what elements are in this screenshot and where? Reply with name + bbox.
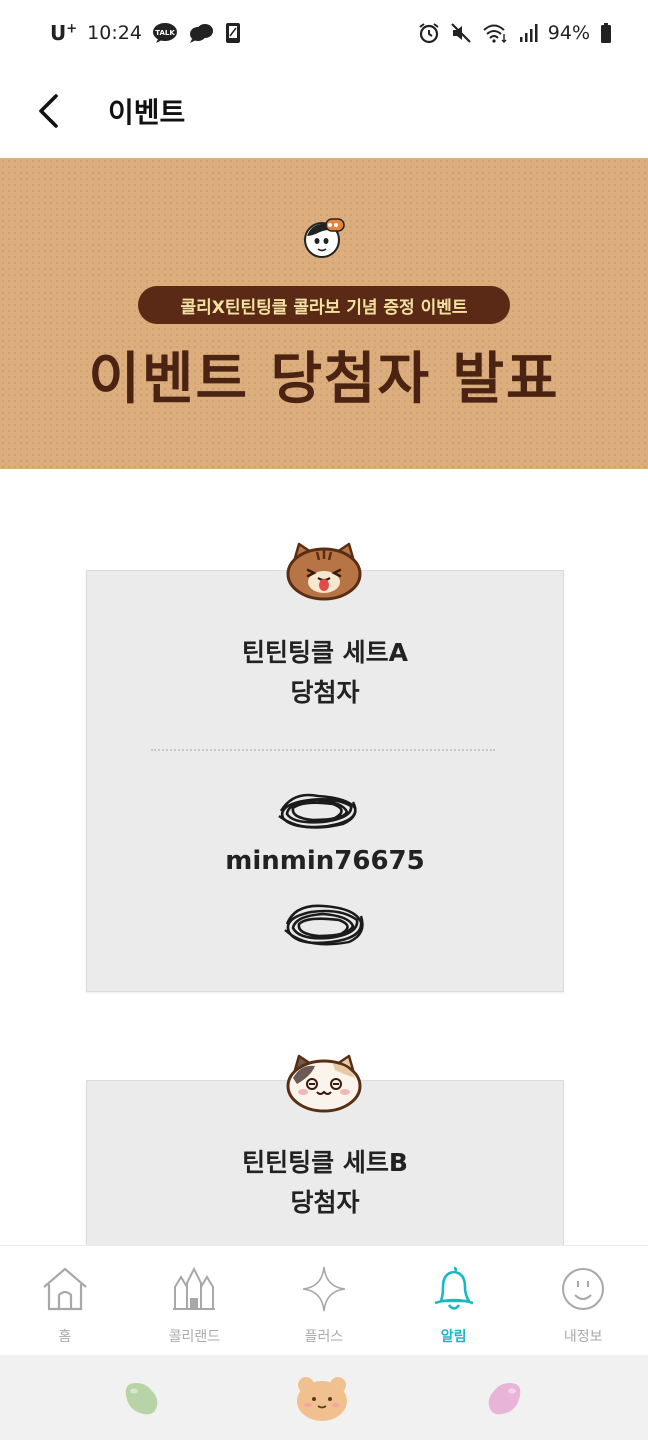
nav-label: 내정보 — [563, 1329, 603, 1345]
event-banner: 콜리X틴틴팅클 콜라보 기념 증정 이벤트 이벤트 당첨자 발표 — [0, 158, 648, 469]
nav-item-home[interactable]: 홈 — [0, 1246, 130, 1355]
chevron-left-icon — [39, 94, 58, 128]
nav-label: 알림 — [440, 1329, 467, 1345]
system-back-button[interactable] — [474, 1369, 534, 1429]
smile-icon — [558, 1264, 608, 1314]
redacted-scribble — [278, 793, 357, 829]
chat-cloud-icon — [188, 22, 214, 44]
nav-label: 플러스 — [304, 1329, 344, 1345]
system-recent-button[interactable] — [112, 1369, 172, 1429]
nav-label: 콜리랜드 — [168, 1329, 221, 1345]
winner-id: minmin76675 — [225, 846, 425, 876]
battery-percent: 94% — [547, 22, 590, 44]
nav-item-notifications[interactable]: 알림 — [389, 1246, 519, 1355]
mute-icon — [450, 22, 472, 44]
home-icon — [40, 1264, 90, 1314]
green-bean-icon — [125, 1383, 158, 1415]
battery-icon — [600, 22, 612, 44]
phone-screen-icon — [224, 22, 242, 44]
nav-item-my-info[interactable]: 내정보 — [518, 1246, 648, 1355]
banner-subtitle-pill: 콜리X틴틴팅클 콜라보 기념 증정 이벤트 — [138, 286, 510, 324]
nav-label: 홈 — [58, 1329, 72, 1345]
back-button[interactable] — [0, 66, 100, 156]
clock: 10:24 — [87, 22, 142, 44]
status-bar: U+ 10:24 TALK 94% — [0, 0, 648, 66]
castle-icon — [169, 1264, 219, 1314]
nav-item-colliland[interactable]: 콜리랜드 — [130, 1246, 260, 1355]
card-title: 틴틴팅클 세트A 당첨자 — [87, 633, 563, 713]
system-home-button[interactable] — [292, 1369, 352, 1429]
system-nav-bar — [0, 1355, 648, 1440]
wifi-icon — [482, 22, 508, 44]
dotted-divider — [151, 749, 495, 751]
card-title: 틴틴팅클 세트B 당첨자 — [87, 1143, 563, 1223]
pink-bean-icon — [488, 1383, 521, 1415]
kakaotalk-icon: TALK — [152, 22, 178, 44]
card-title-line1: 틴틴팅클 세트A — [241, 638, 409, 667]
tiger-cat-mascot-icon — [286, 542, 362, 601]
status-right: 94% — [418, 22, 612, 44]
status-left: U+ 10:24 TALK — [50, 21, 242, 45]
app-header: 이벤트 — [0, 66, 648, 156]
card-title-line2: 당첨자 — [290, 678, 360, 707]
carrier-label: U+ — [50, 21, 78, 45]
bell-icon — [429, 1264, 479, 1314]
banner-title: 이벤트 당첨자 발표 — [88, 347, 560, 412]
calico-cat-mascot-icon — [286, 1054, 362, 1113]
sparkle-icon — [299, 1264, 349, 1314]
page-title: 이벤트 — [108, 96, 186, 129]
talk-badge-text: TALK — [155, 29, 175, 37]
card-title-line1: 틴틴팅클 세트B — [242, 1148, 408, 1177]
redacted-scribble — [284, 904, 364, 946]
card-title-line2: 당첨자 — [290, 1188, 360, 1217]
nav-item-plus[interactable]: 플러스 — [259, 1246, 389, 1355]
bear-face-icon — [297, 1377, 347, 1421]
signal-icon — [518, 22, 538, 44]
mascot-logo-icon — [304, 218, 345, 258]
winner-card-set-a: 틴틴팅클 세트A 당첨자 minmin76675 — [86, 570, 564, 992]
alarm-icon — [418, 22, 440, 44]
bottom-nav: 홈 콜리랜드 플러스 알림 내정보 — [0, 1245, 648, 1355]
